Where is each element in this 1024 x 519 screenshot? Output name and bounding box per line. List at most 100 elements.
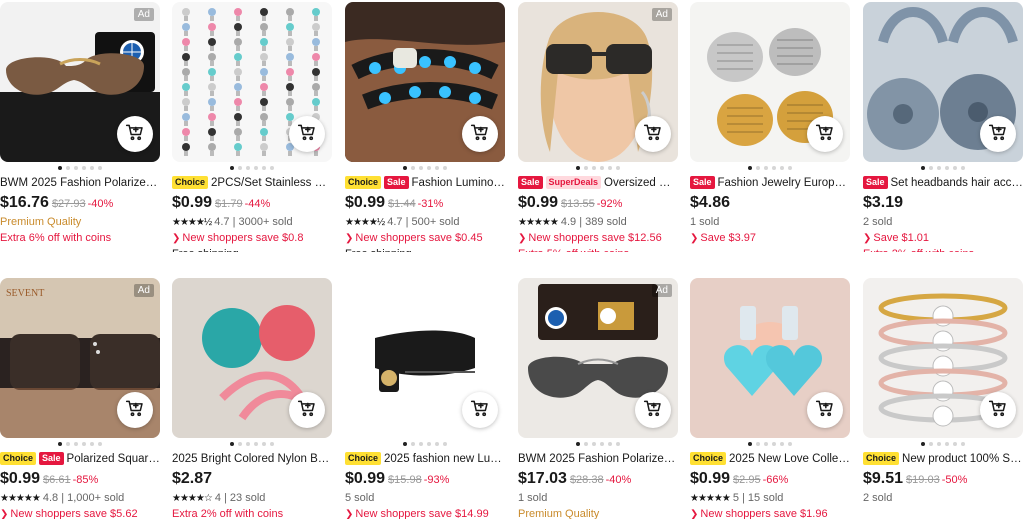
carousel-dot[interactable] bbox=[937, 442, 941, 446]
carousel-dot[interactable] bbox=[435, 166, 439, 170]
carousel-dot[interactable] bbox=[592, 442, 596, 446]
carousel-dot[interactable] bbox=[772, 442, 776, 446]
carousel-dot[interactable] bbox=[238, 166, 242, 170]
carousel-dot[interactable] bbox=[270, 166, 274, 170]
carousel-dot[interactable] bbox=[600, 442, 604, 446]
carousel-dot[interactable] bbox=[74, 166, 78, 170]
carousel-dot[interactable] bbox=[756, 442, 760, 446]
product-title[interactable]: Choice2PCS/Set Stainless Steel Earrings bbox=[172, 175, 332, 191]
product-card[interactable]: SEVENT Ad ChoiceSalePolarized Square Sungl… bbox=[0, 278, 160, 519]
carousel-dot[interactable] bbox=[788, 442, 792, 446]
carousel-dot[interactable] bbox=[764, 166, 768, 170]
carousel-dot[interactable] bbox=[254, 442, 258, 446]
carousel-dot[interactable] bbox=[961, 442, 965, 446]
carousel-dot[interactable] bbox=[921, 166, 925, 170]
carousel-dot[interactable] bbox=[58, 442, 62, 446]
product-title[interactable]: 2025 Bright Colored Nylon Bow Scrunchie bbox=[172, 451, 332, 467]
carousel-dot[interactable] bbox=[953, 166, 957, 170]
product-card[interactable]: Choice2PCS/Set Stainless Steel Earrings $… bbox=[172, 2, 332, 252]
carousel-dot[interactable] bbox=[74, 442, 78, 446]
carousel-dot[interactable] bbox=[953, 442, 957, 446]
carousel-dot[interactable] bbox=[756, 166, 760, 170]
add-to-cart-button[interactable] bbox=[462, 392, 498, 428]
product-title[interactable]: SaleFashion Jewelry European Earrings bbox=[690, 175, 850, 191]
carousel-dot[interactable] bbox=[262, 442, 266, 446]
product-card[interactable]: Choice2025 New Love Collection Earrings $… bbox=[690, 278, 850, 519]
product-card[interactable]: SaleFashion Jewelry European Earrings $4.… bbox=[690, 2, 850, 252]
carousel-dot[interactable] bbox=[780, 166, 784, 170]
carousel-dot[interactable] bbox=[929, 166, 933, 170]
product-card[interactable]: Ad SaleSuperDealsOversized Cat Eye Sungla… bbox=[518, 2, 678, 252]
product-title[interactable]: ChoiceSalePolarized Square Sunglasses bbox=[0, 451, 160, 467]
carousel-dot[interactable] bbox=[600, 166, 604, 170]
add-to-cart-button[interactable] bbox=[117, 116, 153, 152]
carousel-dot[interactable] bbox=[576, 166, 580, 170]
carousel-dot[interactable] bbox=[90, 442, 94, 446]
add-to-cart-button[interactable] bbox=[635, 392, 671, 428]
carousel-dot[interactable] bbox=[443, 166, 447, 170]
product-card[interactable]: ChoiceSaleFashion Luminous Bracelet $0.99… bbox=[345, 2, 505, 252]
product-title[interactable]: Choice2025 fashion new Luxury Belt bbox=[345, 451, 505, 467]
carousel-dot[interactable] bbox=[748, 442, 752, 446]
carousel-dot[interactable] bbox=[419, 442, 423, 446]
carousel-dot[interactable] bbox=[788, 166, 792, 170]
product-title[interactable]: Choice2025 New Love Collection Earrings bbox=[690, 451, 850, 467]
carousel-dot[interactable] bbox=[945, 166, 949, 170]
carousel-dot[interactable] bbox=[246, 166, 250, 170]
carousel-dot[interactable] bbox=[608, 442, 612, 446]
product-card[interactable]: 2025 Bright Colored Nylon Bow Scrunchie $… bbox=[172, 278, 332, 519]
add-to-cart-button[interactable] bbox=[289, 392, 325, 428]
carousel-dot[interactable] bbox=[608, 166, 612, 170]
carousel-dot[interactable] bbox=[98, 442, 102, 446]
carousel-dot[interactable] bbox=[576, 442, 580, 446]
carousel-dot[interactable] bbox=[780, 442, 784, 446]
carousel-dot[interactable] bbox=[929, 442, 933, 446]
carousel-dot[interactable] bbox=[230, 166, 234, 170]
add-to-cart-button[interactable] bbox=[462, 116, 498, 152]
product-title[interactable]: SaleSet headbands hair accessories bbox=[863, 175, 1023, 191]
carousel-dot[interactable] bbox=[411, 442, 415, 446]
carousel-dot[interactable] bbox=[961, 166, 965, 170]
carousel-dot[interactable] bbox=[419, 166, 423, 170]
carousel-dot[interactable] bbox=[58, 166, 62, 170]
carousel-dot[interactable] bbox=[584, 166, 588, 170]
add-to-cart-button[interactable] bbox=[635, 116, 671, 152]
product-title[interactable]: BWM 2025 Fashion Polarized Sunglasses bbox=[0, 175, 160, 191]
add-to-cart-button[interactable] bbox=[980, 116, 1016, 152]
product-title[interactable]: ChoiceNew product 100% S925 Bracelet bbox=[863, 451, 1023, 467]
carousel-dot[interactable] bbox=[90, 166, 94, 170]
carousel-dot[interactable] bbox=[616, 166, 620, 170]
carousel-dot[interactable] bbox=[246, 442, 250, 446]
carousel-dot[interactable] bbox=[230, 442, 234, 446]
carousel-dot[interactable] bbox=[748, 166, 752, 170]
carousel-dot[interactable] bbox=[82, 166, 86, 170]
carousel-dot[interactable] bbox=[921, 442, 925, 446]
carousel-dot[interactable] bbox=[66, 166, 70, 170]
carousel-dot[interactable] bbox=[427, 442, 431, 446]
carousel-dot[interactable] bbox=[66, 442, 70, 446]
product-title[interactable]: SaleSuperDealsOversized Cat Eye Sunglass… bbox=[518, 175, 678, 191]
add-to-cart-button[interactable] bbox=[117, 392, 153, 428]
add-to-cart-button[interactable] bbox=[289, 116, 325, 152]
product-card[interactable]: Ad BWM 2025 Fashion Polarized Sunglasses $… bbox=[518, 278, 678, 519]
product-card[interactable]: ChoiceNew product 100% S925 Bracelet $9.5… bbox=[863, 278, 1023, 519]
carousel-dot[interactable] bbox=[772, 166, 776, 170]
carousel-dot[interactable] bbox=[616, 442, 620, 446]
carousel-dot[interactable] bbox=[443, 442, 447, 446]
product-title[interactable]: BWM 2025 Fashion Polarized Sunglasses bbox=[518, 451, 678, 467]
carousel-dot[interactable] bbox=[270, 442, 274, 446]
carousel-dot[interactable] bbox=[411, 166, 415, 170]
carousel-dot[interactable] bbox=[937, 166, 941, 170]
carousel-dot[interactable] bbox=[238, 442, 242, 446]
product-card[interactable]: Choice2025 fashion new Luxury Belt $0.99$… bbox=[345, 278, 505, 519]
carousel-dot[interactable] bbox=[764, 442, 768, 446]
carousel-dot[interactable] bbox=[945, 442, 949, 446]
carousel-dot[interactable] bbox=[403, 166, 407, 170]
add-to-cart-button[interactable] bbox=[807, 392, 843, 428]
carousel-dot[interactable] bbox=[592, 166, 596, 170]
product-card[interactable]: Ad BWM 2025 Fashion Polarized Sunglasses $… bbox=[0, 2, 160, 252]
product-title[interactable]: ChoiceSaleFashion Luminous Bracelet bbox=[345, 175, 505, 191]
carousel-dot[interactable] bbox=[262, 166, 266, 170]
add-to-cart-button[interactable] bbox=[980, 392, 1016, 428]
product-card[interactable]: SaleSet headbands hair accessories $3.19 2… bbox=[863, 2, 1023, 252]
